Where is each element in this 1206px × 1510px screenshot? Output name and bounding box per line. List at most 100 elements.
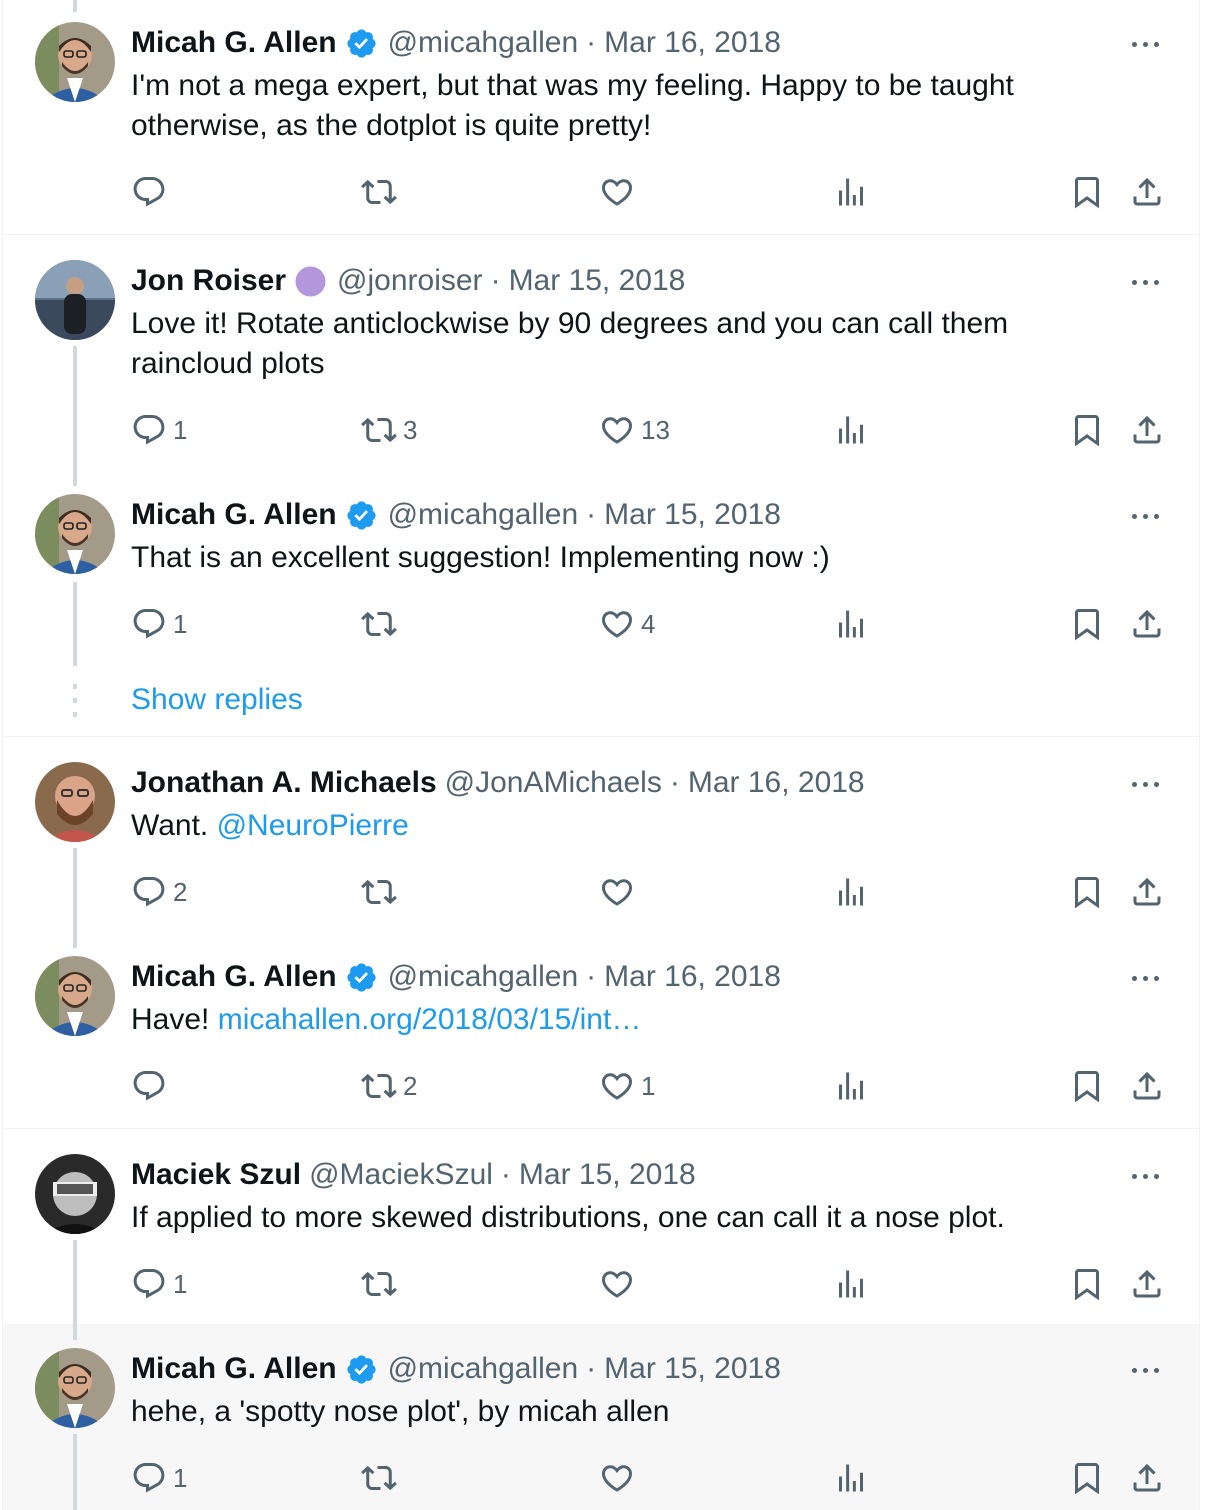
author-handle[interactable]: @MaciekSzul [309,1158,493,1192]
retweet-button[interactable]: 3 [361,408,417,452]
views-icon [833,412,869,448]
retweet-button[interactable] [361,602,397,646]
views-button[interactable] [833,602,869,646]
share-button[interactable] [1129,870,1165,914]
retweet-button[interactable] [361,1262,397,1306]
like-count: 4 [641,608,656,639]
author-name[interactable]: Maciek Szul [131,1158,301,1192]
bookmark-button[interactable] [1069,408,1105,452]
author-handle[interactable]: @micahgallen [388,26,579,60]
reply-count: 1 [173,1462,188,1493]
like-button[interactable]: 13 [599,408,670,452]
views-icon [833,1068,869,1104]
like-button[interactable]: 4 [599,602,655,646]
reply-button[interactable]: 1 [131,1262,187,1306]
retweet-button[interactable] [361,870,397,914]
show-replies-link[interactable]: Show replies [131,680,303,720]
timestamp[interactable]: Mar 15, 2018 [519,1158,696,1192]
more-icon[interactable] [1128,508,1164,528]
reply-button[interactable]: 1 [131,1456,187,1500]
like-button[interactable] [599,1262,635,1306]
author-name[interactable]: Micah G. Allen [131,26,337,60]
timestamp[interactable]: Mar 16, 2018 [688,766,865,800]
share-button[interactable] [1129,408,1165,452]
timestamp[interactable]: Mar 15, 2018 [604,1352,781,1386]
share-button[interactable] [1129,1456,1165,1500]
views-icon [833,874,869,910]
avatar[interactable] [35,1154,115,1234]
mention-link[interactable]: @NeuroPierre [217,809,409,842]
share-button[interactable] [1129,1064,1165,1108]
share-button[interactable] [1129,170,1165,214]
more-icon[interactable] [1128,1362,1164,1382]
reply-button[interactable]: 1 [131,602,187,646]
action-bar: 21 [131,1064,1181,1108]
tweet-header: Maciek Szul @MaciekSzul · Mar 15, 2018 [131,1158,696,1192]
avatar[interactable] [35,956,115,1036]
url-link[interactable]: micahallen.org/2018/03/15/int… [218,1003,642,1036]
views-button[interactable] [833,1262,869,1306]
author-name[interactable]: Micah G. Allen [131,1352,337,1386]
reply-button[interactable]: 2 [131,870,187,914]
author-handle[interactable]: @micahgallen [388,960,579,994]
tweet-text-prefix: Have! [131,1003,218,1036]
like-button[interactable] [599,1456,635,1500]
avatar[interactable] [35,762,115,842]
bookmark-button[interactable] [1069,170,1105,214]
bookmark-button[interactable] [1069,602,1105,646]
more-icon[interactable] [1128,1168,1164,1188]
bookmark-button[interactable] [1069,1064,1105,1108]
tweet-header: Jonathan A. Michaels @JonAMichaels · Mar 16… [131,766,865,800]
bookmark-button[interactable] [1069,1262,1105,1306]
tweet-text: Love it! Rotate anticlockwise by 90 degr… [131,307,1009,380]
views-icon [833,606,869,642]
author-name[interactable]: Jon Roiser [131,264,286,298]
author-handle[interactable]: @JonAMichaels [445,766,662,800]
avatar[interactable] [35,22,115,102]
like-button[interactable] [599,170,635,214]
more-icon[interactable] [1128,970,1164,990]
bookmark-button[interactable] [1069,870,1105,914]
reply-button[interactable] [131,170,167,214]
retweet-icon [361,1266,397,1302]
like-button[interactable]: 1 [599,1064,655,1108]
author-handle[interactable]: @micahgallen [388,1352,579,1386]
views-button[interactable] [833,408,869,452]
avatar[interactable] [35,1348,115,1428]
more-icon[interactable] [1128,36,1164,56]
author-name[interactable]: Micah G. Allen [131,960,337,994]
views-button[interactable] [833,1064,869,1108]
share-icon [1129,874,1165,910]
views-button[interactable] [833,170,869,214]
share-icon [1129,1460,1165,1496]
retweet-button[interactable] [361,1456,397,1500]
timestamp[interactable]: Mar 16, 2018 [604,26,781,60]
share-button[interactable] [1129,1262,1165,1306]
share-button[interactable] [1129,602,1165,646]
reply-button[interactable] [131,1064,167,1108]
timestamp[interactable]: Mar 15, 2018 [604,498,781,532]
heart-icon [599,874,635,910]
author-handle[interactable]: @jonroiser [337,264,483,298]
tweet: Maciek Szul @MaciekSzul · Mar 15, 2018 If ap… [0,1154,1206,1308]
views-button[interactable] [833,870,869,914]
avatar[interactable] [35,260,115,340]
retweet-button[interactable] [361,170,397,214]
timestamp[interactable]: Mar 15, 2018 [509,264,686,298]
retweet-button[interactable]: 2 [361,1064,417,1108]
like-button[interactable] [599,870,635,914]
bookmark-icon [1069,1068,1105,1104]
more-icon[interactable] [1128,274,1164,294]
separator-dot: · [490,264,501,297]
more-icon[interactable] [1128,776,1164,796]
views-icon [833,174,869,210]
author-handle[interactable]: @micahgallen [388,498,579,532]
timestamp[interactable]: Mar 16, 2018 [604,960,781,994]
avatar[interactable] [35,494,115,574]
bookmark-button[interactable] [1069,1456,1105,1500]
reply-button[interactable]: 1 [131,408,187,452]
author-name[interactable]: Jonathan A. Michaels [131,766,437,800]
author-name[interactable]: Micah G. Allen [131,498,337,532]
like-count: 1 [641,1070,656,1101]
views-button[interactable] [833,1456,869,1500]
